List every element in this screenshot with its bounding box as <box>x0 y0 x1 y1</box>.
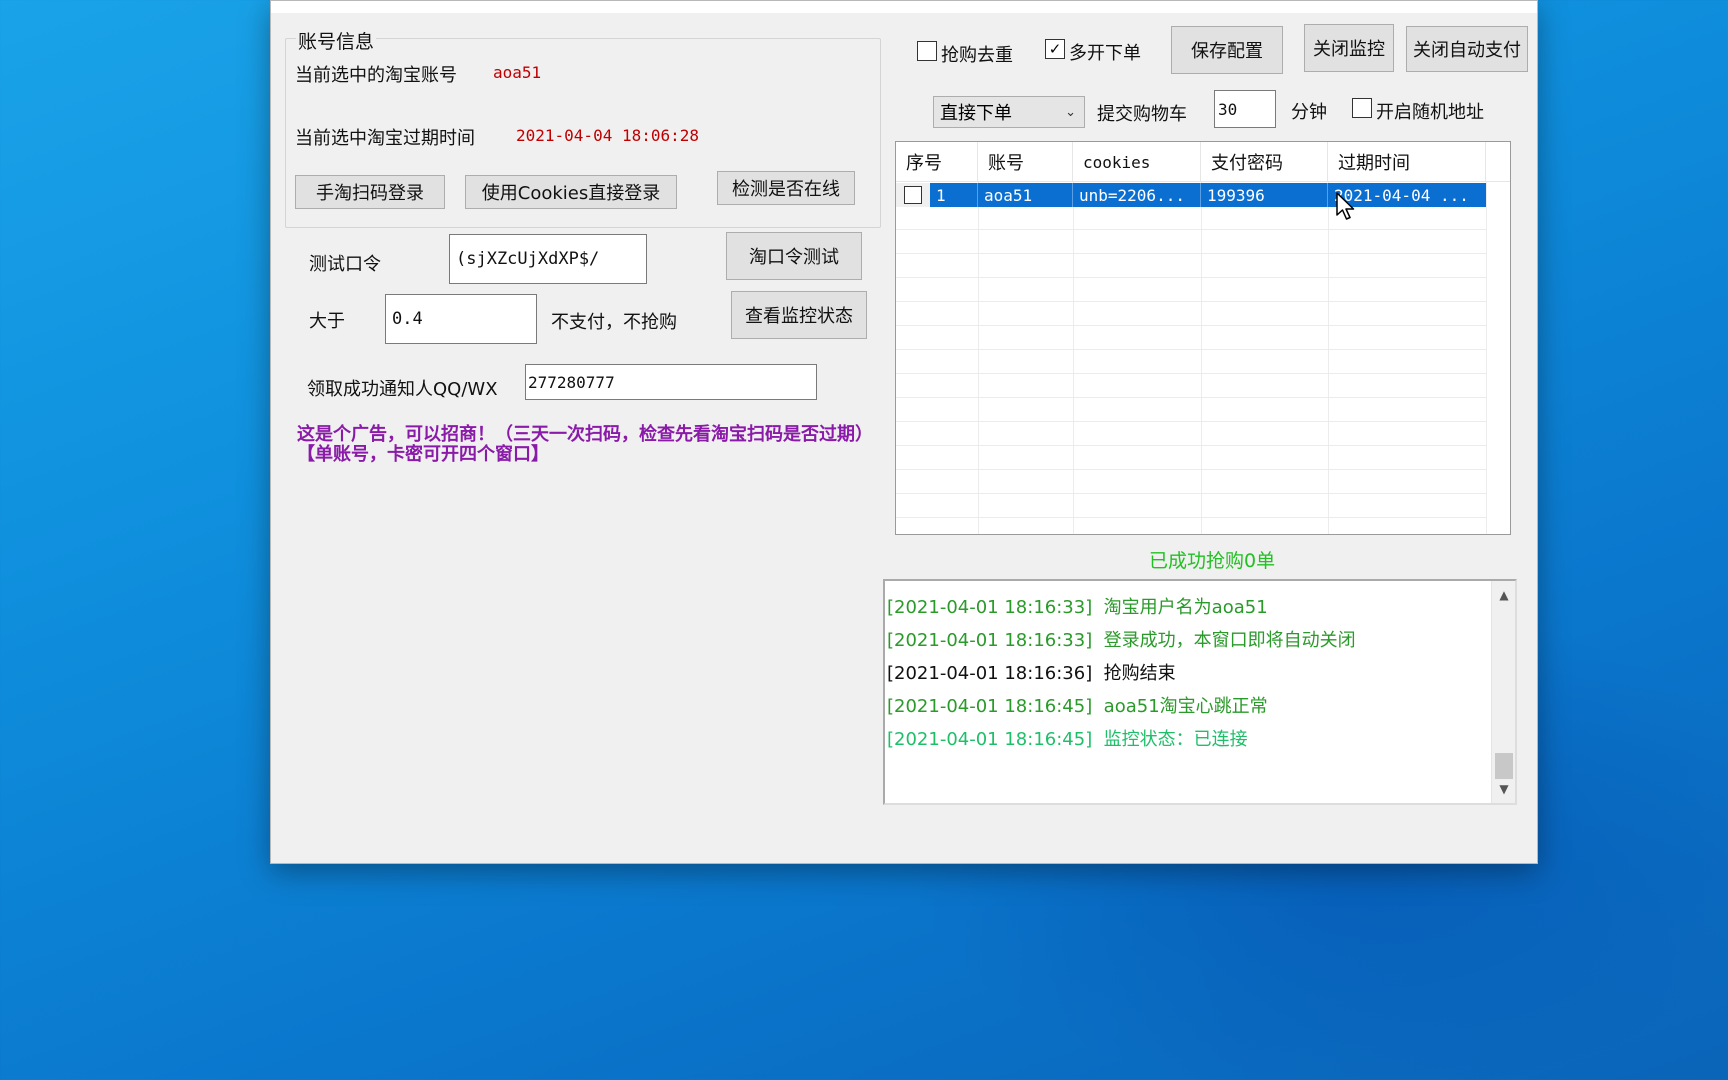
grid-line <box>896 349 1486 350</box>
order-mode-value: 直接下单 <box>940 103 1012 124</box>
notify-input[interactable]: 277280777 <box>525 364 817 400</box>
expiry-label: 当前选中淘宝过期时间 <box>295 128 475 149</box>
title-bar <box>271 1 1537 13</box>
close-autopay-button[interactable]: 关闭自动支付 <box>1406 26 1528 72</box>
grid-line <box>896 469 1486 470</box>
table-row[interactable]: 1 aoa51 unb=2206... 199396 2021-04-04 ..… <box>896 183 1486 207</box>
grid-line <box>896 373 1486 374</box>
grid-line <box>896 517 1486 518</box>
test-command-label: 测试口令 <box>309 254 381 275</box>
mouse-pointer-icon <box>1336 192 1355 220</box>
col-index[interactable]: 序号 <box>896 142 978 182</box>
log-time: [2021-04-01 18:16:45] <box>887 729 1093 750</box>
cart-label: 提交购物车 <box>1097 104 1187 125</box>
dedupe-checkbox[interactable] <box>917 41 937 61</box>
grid-line <box>896 397 1486 398</box>
save-config-button[interactable]: 保存配置 <box>1171 26 1283 74</box>
log-time: [2021-04-01 18:16:36] <box>887 663 1093 684</box>
log-line: [2021-04-01 18:16:36] 抢购结束 <box>887 659 1176 685</box>
log-panel[interactable]: [2021-04-01 18:16:33] 淘宝用户名为aoa51 [2021-… <box>883 579 1517 805</box>
grid-divider <box>1486 182 1487 534</box>
cell-password: 199396 <box>1201 183 1328 207</box>
grid-line <box>896 445 1486 446</box>
close-monitor-button[interactable]: 关闭监控 <box>1304 24 1394 72</box>
table-header: 序号 账号 cookies 支付密码 过期时间 <box>896 142 1510 182</box>
random-address-label: 开启随机地址 <box>1376 102 1484 123</box>
chevron-down-icon: ⌄ <box>1065 105 1076 120</box>
log-time: [2021-04-01 18:16:33] <box>887 630 1093 651</box>
threshold-input[interactable]: 0.4 <box>385 294 537 344</box>
threshold-suffix: 不支付，不抢购 <box>551 312 677 333</box>
log-line: [2021-04-01 18:16:45] 监控状态：已连接 <box>887 725 1248 751</box>
test-command-input[interactable]: (sjXZcUjXdXP$/ <box>449 234 647 284</box>
scroll-thumb[interactable] <box>1495 753 1513 779</box>
row-checkbox-cell[interactable] <box>896 183 930 207</box>
col-expiry[interactable]: 过期时间 <box>1328 142 1486 182</box>
dedupe-label: 抢购去重 <box>941 45 1013 66</box>
multi-order-checkbox[interactable]: ✓ <box>1045 39 1065 59</box>
view-monitor-status-button[interactable]: 查看监控状态 <box>731 291 867 339</box>
log-line: [2021-04-01 18:16:45] aoa51淘宝心跳正常 <box>887 692 1268 718</box>
minutes-input[interactable]: 30 <box>1214 90 1276 128</box>
log-message: 监控状态：已连接 <box>1103 729 1248 750</box>
grid-divider <box>978 182 979 534</box>
taokouling-test-button[interactable]: 淘口令测试 <box>726 232 862 280</box>
col-password[interactable]: 支付密码 <box>1201 142 1328 182</box>
log-message: 淘宝用户名为aoa51 <box>1103 597 1268 618</box>
grid-line <box>896 253 1486 254</box>
grid-line <box>896 493 1486 494</box>
grid-line <box>896 421 1486 422</box>
multi-order-label: 多开下单 <box>1069 43 1141 64</box>
log-time: [2021-04-01 18:16:33] <box>887 597 1093 618</box>
order-mode-select[interactable]: 直接下单 ⌄ <box>933 96 1085 128</box>
log-message: 登录成功，本窗口即将自动关闭 <box>1103 630 1356 651</box>
accounts-table: 序号 账号 cookies 支付密码 过期时间 1 aoa51 unb=2206… <box>895 141 1511 535</box>
notify-label: 领取成功通知人QQ/WX <box>307 379 498 400</box>
grid-line <box>896 325 1486 326</box>
current-account-label: 当前选中的淘宝账号 <box>295 65 457 86</box>
current-account-value: aoa51 <box>493 63 542 82</box>
ad-text: 这是个广告，可以招商！（三天一次扫码，检查先看淘宝扫码是否过期）【单账号，卡密可… <box>297 424 873 465</box>
cell-account: aoa51 <box>978 183 1073 207</box>
check-icon: ✓ <box>1048 39 1062 58</box>
scroll-down-icon[interactable]: ▼ <box>1492 777 1516 801</box>
grid-line <box>896 301 1486 302</box>
log-scrollbar[interactable]: ▲ ▼ <box>1491 581 1515 803</box>
grid-line <box>896 277 1486 278</box>
log-line: [2021-04-01 18:16:33] 淘宝用户名为aoa51 <box>887 593 1268 619</box>
success-count-status: 已成功抢购0单 <box>1149 550 1276 572</box>
threshold-label: 大于 <box>309 311 345 332</box>
log-message: aoa51淘宝心跳正常 <box>1103 696 1268 717</box>
expiry-value: 2021-04-04 18:06:28 <box>516 126 700 145</box>
grid-divider <box>1328 182 1329 534</box>
app-window: 账号信息 当前选中的淘宝账号 aoa51 当前选中淘宝过期时间 2021-04-… <box>270 0 1538 864</box>
col-account[interactable]: 账号 <box>978 142 1073 182</box>
account-group-title: 账号信息 <box>296 27 377 54</box>
cell-index: 1 <box>930 183 978 207</box>
col-cookies[interactable]: cookies <box>1073 142 1201 182</box>
grid-line <box>896 229 1486 230</box>
grid-divider <box>1201 182 1202 534</box>
log-time: [2021-04-01 18:16:45] <box>887 696 1093 717</box>
row-checkbox[interactable] <box>904 186 922 204</box>
random-address-checkbox[interactable] <box>1352 98 1372 118</box>
log-message: 抢购结束 <box>1103 663 1176 684</box>
cookies-login-button[interactable]: 使用Cookies直接登录 <box>465 175 677 209</box>
check-online-button[interactable]: 检测是否在线 <box>717 171 855 205</box>
cell-cookies: unb=2206... <box>1073 183 1201 207</box>
log-line: [2021-04-01 18:16:33] 登录成功，本窗口即将自动关闭 <box>887 626 1356 652</box>
grid-divider <box>1073 182 1074 534</box>
scroll-up-icon[interactable]: ▲ <box>1492 583 1516 607</box>
minutes-unit: 分钟 <box>1291 102 1327 123</box>
scan-login-button[interactable]: 手淘扫码登录 <box>295 175 445 209</box>
